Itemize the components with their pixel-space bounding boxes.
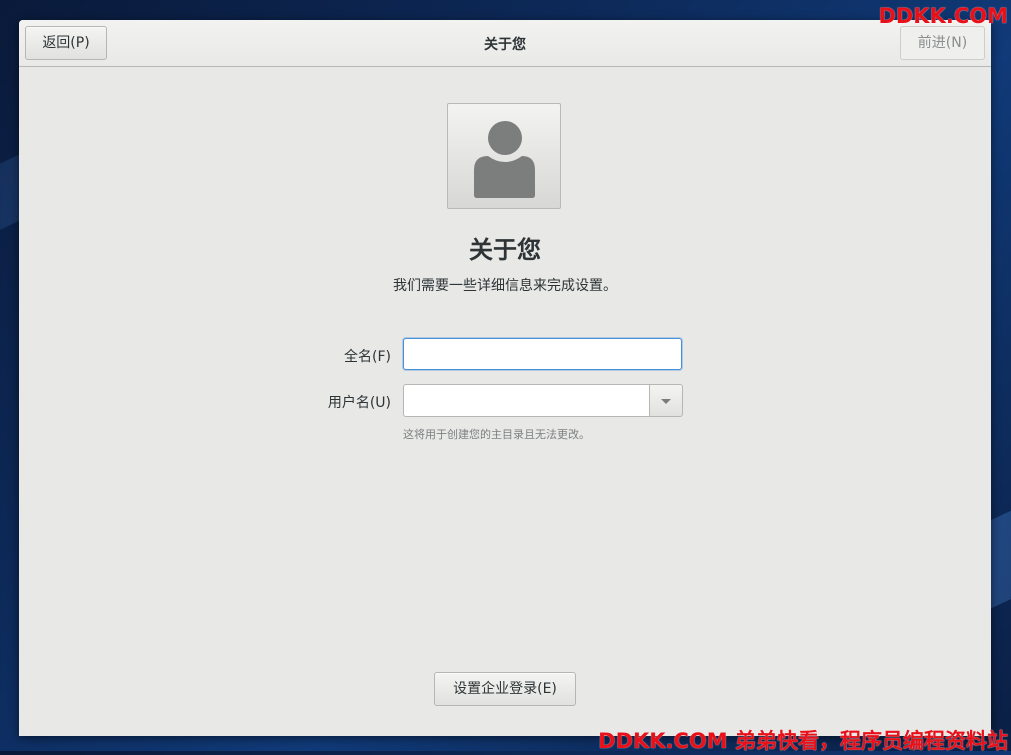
fullname-label: 全名(F) — [344, 349, 391, 365]
enterprise-login-button[interactable]: 设置企业登录(E) — [434, 672, 576, 706]
window-title: 关于您 — [484, 37, 526, 53]
page-subtitle: 我们需要一些详细信息来完成设置。 — [393, 278, 617, 294]
user-avatar-icon — [474, 121, 535, 198]
username-dropdown-button[interactable] — [649, 384, 683, 417]
header-bar: 返回(P) 关于您 前进(N) — [19, 20, 991, 67]
next-button[interactable]: 前进(N) — [900, 26, 985, 60]
username-label: 用户名(U) — [327, 395, 391, 411]
chevron-down-icon — [661, 399, 671, 404]
page-title: 关于您 — [469, 236, 541, 264]
watermark-top: DDKK.COM — [878, 4, 1008, 28]
setup-window: 返回(P) 关于您 前进(N) 关于您 我们需要一些详细信息来完成设置。 全名(… — [19, 20, 991, 736]
avatar-button[interactable] — [447, 103, 561, 209]
username-hint: 这将用于创建您的主目录且无法更改。 — [403, 428, 590, 441]
fullname-input[interactable] — [403, 338, 682, 370]
username-input[interactable] — [403, 384, 650, 417]
